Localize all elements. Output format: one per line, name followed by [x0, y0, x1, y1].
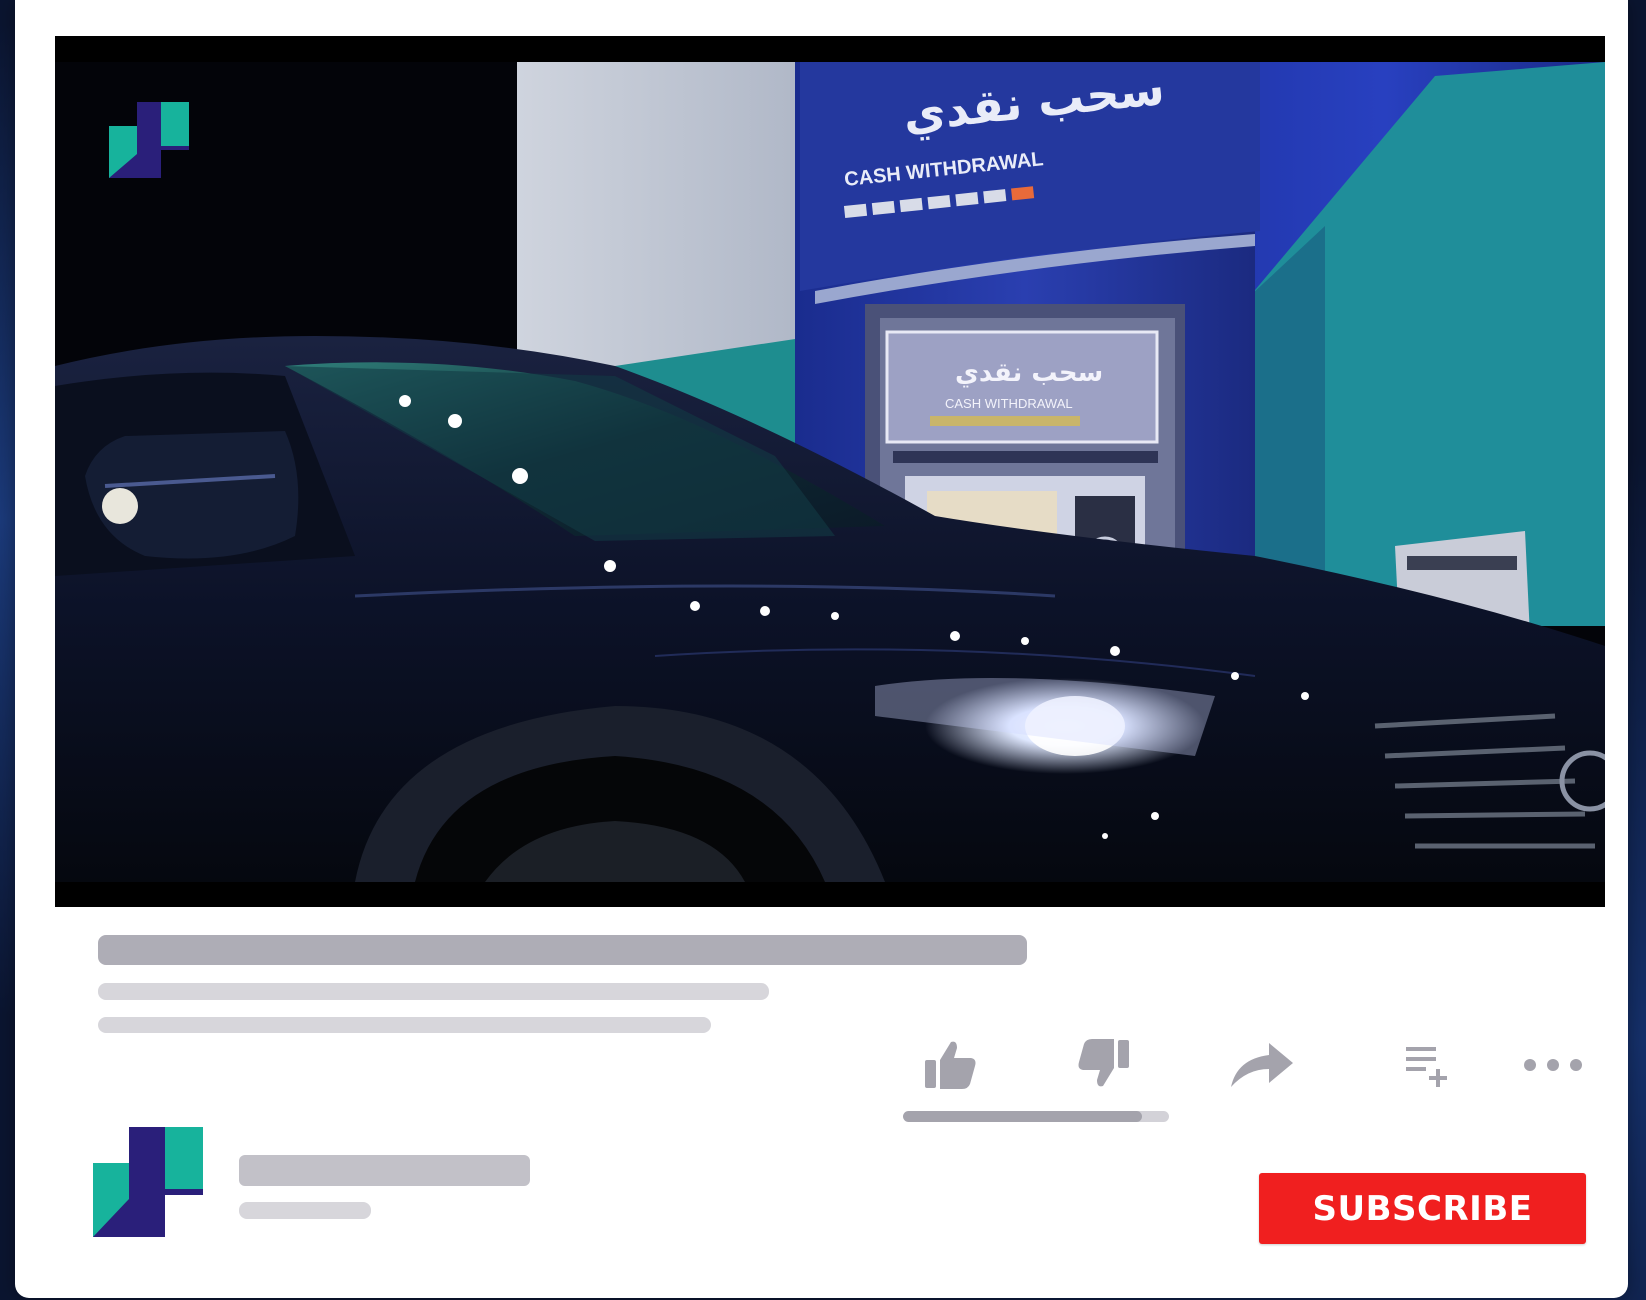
more-button[interactable] [1518, 1035, 1588, 1095]
share-button[interactable] [1227, 1035, 1297, 1095]
dislike-button[interactable] [1069, 1035, 1139, 1095]
thumbs-up-icon [925, 1041, 976, 1089]
add-to-playlist-icon [1406, 1047, 1447, 1087]
thumbs-down-icon [1078, 1039, 1129, 1087]
like-button[interactable] [915, 1035, 985, 1095]
channel-avatar[interactable] [93, 1127, 203, 1237]
channel-name-placeholder [239, 1155, 530, 1186]
video-frame: سحب نقدي CASH WITHDRAWAL سحب نقدي CASH W… [55, 36, 1605, 907]
share-icon [1231, 1043, 1293, 1087]
video-player[interactable]: سحب نقدي CASH WITHDRAWAL سحب نقدي CASH W… [55, 36, 1605, 907]
like-dislike-ratio-bar [903, 1111, 1169, 1122]
more-icon [1524, 1059, 1582, 1071]
video-description-placeholder [98, 1017, 711, 1033]
sign-atm-english: CASH WITHDRAWAL [945, 396, 1073, 411]
subscriber-count-placeholder [239, 1202, 371, 1219]
subscribe-button[interactable]: SUBSCRIBE [1259, 1173, 1586, 1244]
sign-atm-arabic: سحب نقدي [955, 358, 1103, 388]
like-ratio-fill [903, 1111, 1143, 1122]
save-to-playlist-button[interactable] [1395, 1035, 1465, 1095]
video-meta-placeholder [98, 983, 769, 1000]
video-title-placeholder [98, 935, 1027, 965]
video-card: سحب نقدي CASH WITHDRAWAL سحب نقدي CASH W… [15, 0, 1628, 1298]
